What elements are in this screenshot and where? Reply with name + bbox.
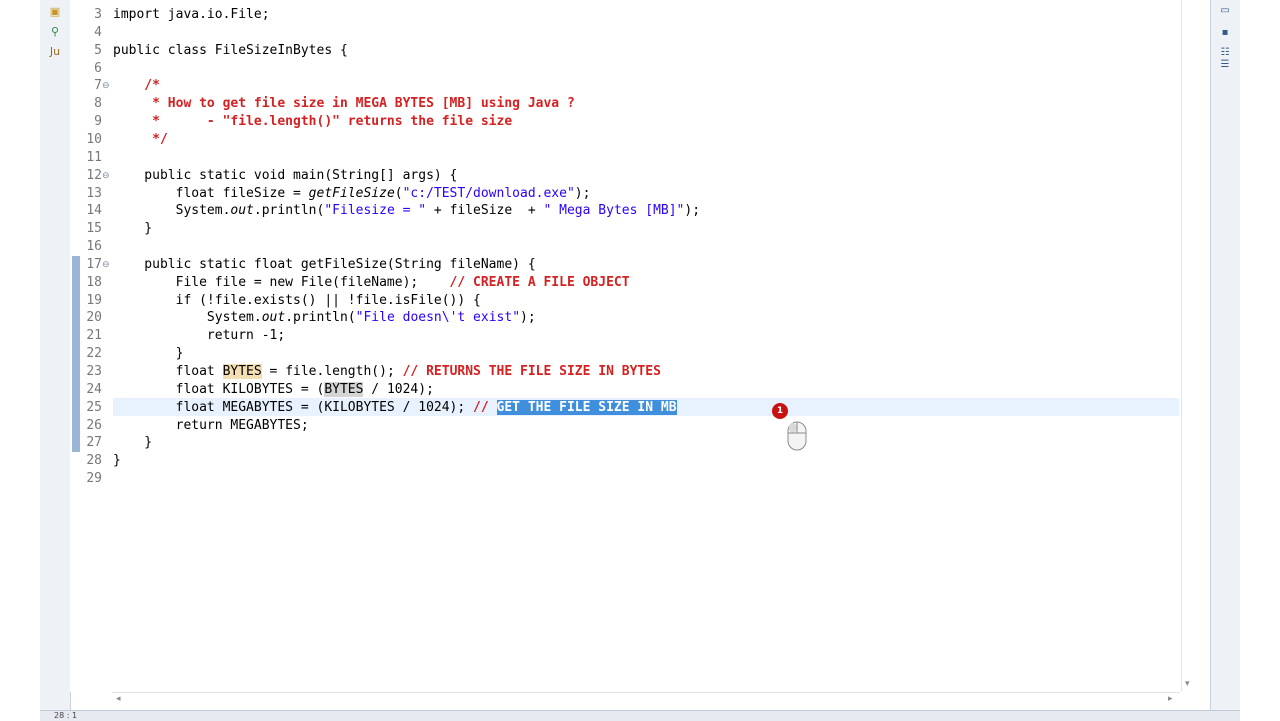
code-line[interactable]: * How to get file size in MEGA BYTES [MB…: [113, 95, 575, 113]
code-line[interactable]: /*: [113, 77, 160, 95]
horizontal-scrollbar[interactable]: ◂ ▸: [112, 692, 1180, 705]
code-line[interactable]: File file = new File(fileName); // CREAT…: [113, 274, 630, 292]
code-line[interactable]: * - "file.length()" returns the file siz…: [113, 113, 512, 131]
line-number: 22: [86, 346, 102, 362]
restore-icon[interactable]: ▭: [1216, 4, 1234, 18]
code-line[interactable]: System.out.println("Filesize = " + fileS…: [113, 202, 700, 220]
line-number: 6: [94, 60, 102, 76]
status-bar: 28 : 1: [40, 710, 1240, 721]
line-number: 8: [94, 96, 102, 112]
change-marker: [72, 256, 80, 452]
line-number: 5: [94, 42, 102, 58]
mouse-icon: [787, 421, 807, 451]
line-number: 16: [86, 239, 102, 255]
line-number: 7: [94, 78, 102, 94]
line-number: 15: [86, 221, 102, 237]
scroll-down-icon[interactable]: ▾: [1185, 678, 1190, 690]
line-number: 23: [86, 364, 102, 379]
task-list-icon[interactable]: ☰: [1216, 58, 1234, 72]
line-number: 19: [86, 292, 102, 308]
click-indicator: 1: [772, 403, 788, 419]
hierarchy-icon[interactable]: ⚲: [46, 24, 64, 40]
line-number: 20: [86, 310, 102, 326]
line-number: 21: [86, 328, 102, 344]
overview-ruler: [1181, 0, 1210, 692]
line-number: 3: [94, 7, 102, 22]
line-number: 26: [86, 417, 102, 433]
scroll-left-icon[interactable]: ◂: [116, 693, 121, 705]
fold-toggle-icon[interactable]: ⊖: [102, 256, 112, 274]
line-number: 9: [94, 114, 102, 130]
code-line[interactable]: }: [113, 452, 121, 470]
line-number: 14: [86, 203, 102, 219]
code-line[interactable]: float BYTES = file.length(); // RETURNS …: [113, 363, 661, 381]
right-trim-toolbar: [1210, 0, 1241, 710]
line-number: 28: [86, 453, 102, 469]
junit-icon[interactable]: Ju: [46, 44, 64, 60]
fold-toggle-icon[interactable]: ⊖: [102, 77, 112, 95]
code-line[interactable]: return -1;: [113, 327, 285, 345]
line-number: 25: [86, 399, 102, 415]
code-line[interactable]: System.out.println("File doesn\'t exist"…: [113, 309, 536, 327]
package-icon[interactable]: ▣: [46, 4, 64, 20]
line-number: 13: [86, 185, 102, 201]
line-number: 4: [94, 24, 102, 40]
code-line[interactable]: public class FileSizeInBytes {: [113, 42, 348, 60]
line-number: 12: [86, 167, 102, 183]
window-frame-left: [0, 0, 40, 720]
fold-toggle-icon[interactable]: ⊖: [102, 167, 112, 185]
line-number: 10: [86, 131, 102, 147]
code-line[interactable]: */: [113, 131, 168, 149]
line-number: 29: [86, 471, 102, 487]
code-line[interactable]: float MEGABYTES = (KILOBYTES / 1024); //…: [113, 399, 677, 417]
code-line[interactable]: public static float getFileSize(String f…: [113, 256, 535, 274]
line-number: 18: [86, 274, 102, 290]
left-trim-toolbar: [40, 0, 71, 710]
code-line[interactable]: if (!file.exists() || !file.isFile()) {: [113, 292, 481, 310]
code-line[interactable]: }: [113, 220, 152, 238]
code-line[interactable]: float KILOBYTES = (BYTES / 1024);: [113, 381, 434, 399]
code-line[interactable]: public static void main(String[] args) {: [113, 167, 457, 185]
line-number: 24: [86, 381, 102, 397]
code-line[interactable]: import java.io.File;: [113, 6, 270, 24]
code-line[interactable]: float fileSize = getFileSize("c:/TEST/do…: [113, 185, 591, 203]
line-number: 11: [86, 149, 102, 165]
line-number: 17: [86, 256, 102, 272]
code-line[interactable]: }: [113, 434, 152, 452]
code-line[interactable]: return MEGABYTES;: [113, 417, 309, 435]
code-line[interactable]: }: [113, 345, 184, 363]
scroll-right-icon[interactable]: ▸: [1168, 693, 1173, 705]
line-number: 27: [86, 435, 102, 451]
minimize-icon[interactable]: ▪: [1216, 26, 1234, 40]
window-frame-right: [1240, 0, 1280, 720]
